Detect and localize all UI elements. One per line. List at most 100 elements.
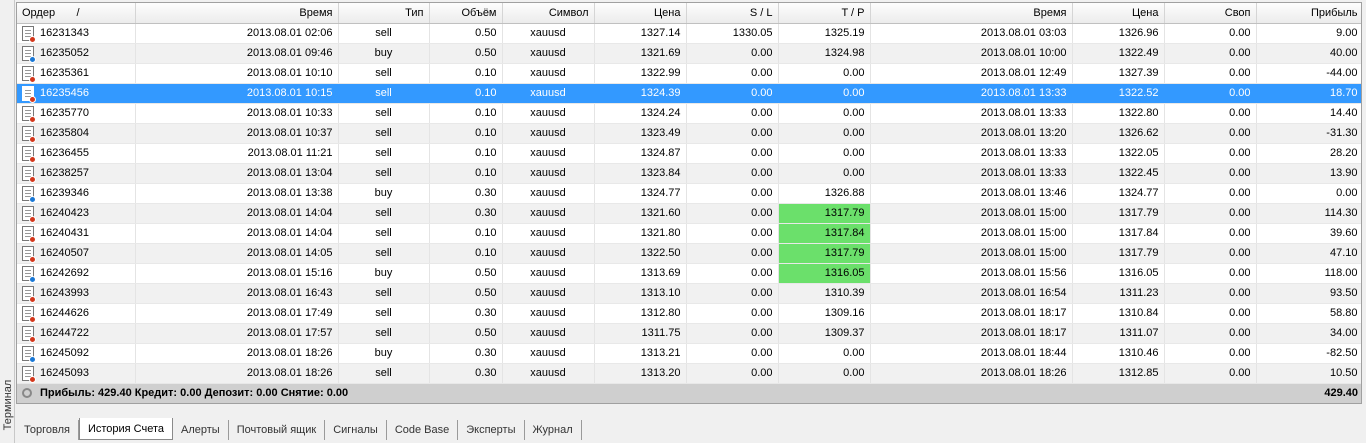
order-document-icon [22, 345, 36, 362]
table-row[interactable]: 16231343 2013.08.01 02:06 sell 0.50 xauusd 13… [17, 23, 1361, 44]
tab-2[interactable]: Алерты [173, 420, 229, 440]
table-row[interactable]: 16238257 2013.08.01 13:04 sell 0.10 xauusd 13… [17, 163, 1361, 184]
cell-swap: 0.00 [1164, 123, 1257, 144]
col-header-close-price[interactable]: Цена [1072, 3, 1165, 24]
cell-close-time: 2013.08.01 13:33 [870, 143, 1073, 164]
cell-price: 1327.14 [594, 23, 687, 44]
tab-5[interactable]: Code Base [387, 420, 459, 440]
cell-profit: 118.00 [1256, 263, 1361, 284]
col-header-symbol[interactable]: Символ [502, 3, 595, 24]
sell-dot-icon [29, 135, 36, 142]
table-row[interactable]: 16236455 2013.08.01 11:21 sell 0.10 xauusd 13… [17, 143, 1361, 164]
cell-sl: 0.00 [686, 183, 779, 204]
table-row[interactable]: 16242692 2013.08.01 15:16 buy 0.50 xauusd 131… [17, 263, 1361, 284]
cell-close-time: 2013.08.01 15:00 [870, 203, 1073, 224]
tab-6[interactable]: Эксперты [458, 420, 525, 440]
col-header-swap[interactable]: Своп [1164, 3, 1257, 24]
cell-open-time: 2013.08.01 11:21 [135, 143, 339, 164]
cell-type: sell [338, 63, 430, 84]
cell-profit: 14.40 [1256, 103, 1361, 124]
table-row[interactable]: 16245092 2013.08.01 18:26 buy 0.30 xauusd 131… [17, 343, 1361, 364]
table-row[interactable]: 16240423 2013.08.01 14:04 sell 0.30 xauusd 13… [17, 203, 1361, 224]
cell-order: 16235456 [17, 83, 136, 104]
order-number: 16238257 [40, 167, 89, 179]
order-number: 16244722 [40, 327, 89, 339]
col-header-profit[interactable]: Прибыль [1256, 3, 1361, 24]
order-document-icon [22, 85, 36, 102]
cell-volume: 0.50 [429, 263, 503, 284]
cell-price: 1321.80 [594, 223, 687, 244]
cell-volume: 0.10 [429, 103, 503, 124]
cell-volume: 0.10 [429, 163, 503, 184]
tab-4[interactable]: Сигналы [325, 420, 387, 440]
cell-profit: -31.30 [1256, 123, 1361, 144]
history-table: Ордер / Время Тип Объём Символ Цена S / … [17, 3, 1361, 403]
header-row: Ордер / Время Тип Объём Символ Цена S / … [17, 3, 1361, 24]
table-row[interactable]: 16243993 2013.08.01 16:43 sell 0.50 xauusd 13… [17, 283, 1361, 304]
col-header-sl[interactable]: S / L [686, 3, 779, 24]
tab-1[interactable]: История Счета [78, 418, 174, 440]
cell-swap: 0.00 [1164, 343, 1257, 364]
history-grid[interactable]: Ордер / Время Тип Объём Символ Цена S / … [16, 2, 1362, 404]
cell-symbol: xauusd [502, 43, 595, 64]
table-row[interactable]: 16239346 2013.08.01 13:38 buy 0.30 xauusd 132… [17, 183, 1361, 204]
order-number: 16240423 [40, 207, 89, 219]
order-number: 16235361 [40, 67, 89, 79]
cell-sl: 0.00 [686, 83, 779, 104]
order-document-icon [22, 305, 36, 322]
table-row[interactable]: 16235804 2013.08.01 10:37 sell 0.10 xauusd 13… [17, 123, 1361, 144]
cell-volume: 0.10 [429, 123, 503, 144]
table-row[interactable]: 16235052 2013.08.01 09:46 buy 0.50 xauusd 132… [17, 43, 1361, 64]
table-row[interactable]: 16235456 2013.08.01 10:15 sell 0.10 xauusd 13… [17, 83, 1361, 104]
cell-open-time: 2013.08.01 10:37 [135, 123, 339, 144]
tab-7[interactable]: Журнал [525, 420, 582, 440]
cell-volume: 0.50 [429, 323, 503, 344]
tab-0[interactable]: Торговля [16, 420, 79, 440]
cell-profit: 9.00 [1256, 23, 1361, 44]
cell-open-time: 2013.08.01 14:04 [135, 203, 339, 224]
col-header-tp[interactable]: T / P [778, 3, 871, 24]
cell-tp: 1317.79 [778, 243, 871, 264]
cell-volume: 0.50 [429, 23, 503, 44]
col-header-volume[interactable]: Объём [429, 3, 503, 24]
cell-symbol: xauusd [502, 103, 595, 124]
cell-price: 1321.60 [594, 203, 687, 224]
table-row[interactable]: 16244722 2013.08.01 17:57 sell 0.50 xauusd 13… [17, 323, 1361, 344]
cell-close-price: 1322.52 [1072, 83, 1165, 104]
col-header-open-time[interactable]: Время [135, 3, 339, 24]
col-header-order[interactable]: Ордер / [17, 3, 136, 24]
cell-order: 16235770 [17, 103, 136, 124]
cell-tp: 0.00 [778, 123, 871, 144]
table-row[interactable]: 16235361 2013.08.01 10:10 sell 0.10 xauusd 13… [17, 63, 1361, 84]
tab-3[interactable]: Почтовый ящик [229, 420, 326, 440]
cell-order: 16235052 [17, 43, 136, 64]
cell-price: 1324.77 [594, 183, 687, 204]
sell-dot-icon [29, 235, 36, 242]
col-header-price[interactable]: Цена [594, 3, 687, 24]
cell-swap: 0.00 [1164, 283, 1257, 304]
summary-cell: Прибыль: 429.40 Кредит: 0.00 Депозит: 0.… [17, 383, 1256, 403]
cell-profit: -82.50 [1256, 343, 1361, 364]
cell-type: sell [338, 243, 430, 264]
table-row[interactable]: 16240507 2013.08.01 14:05 sell 0.10 xauusd 13… [17, 243, 1361, 264]
table-row[interactable]: 16235770 2013.08.01 10:33 sell 0.10 xauusd 13… [17, 103, 1361, 124]
cell-volume: 0.30 [429, 343, 503, 364]
col-header-type[interactable]: Тип [338, 3, 430, 24]
col-header-close-time[interactable]: Время [870, 3, 1073, 24]
order-document-icon [22, 65, 36, 82]
table-row[interactable]: 16245093 2013.08.01 18:26 sell 0.30 xauusd 13… [17, 363, 1361, 384]
table-row[interactable]: 16244626 2013.08.01 17:49 sell 0.30 xauusd 13… [17, 303, 1361, 324]
cell-sl: 0.00 [686, 263, 779, 284]
cell-close-price: 1310.46 [1072, 343, 1165, 364]
cell-tp: 0.00 [778, 83, 871, 104]
cell-profit: 18.70 [1256, 83, 1361, 104]
buy-dot-icon [29, 275, 36, 282]
order-document-icon [22, 185, 36, 202]
table-row[interactable]: 16240431 2013.08.01 14:04 sell 0.10 xauusd 13… [17, 223, 1361, 244]
cell-swap: 0.00 [1164, 83, 1257, 104]
cell-close-time: 2013.08.01 18:44 [870, 343, 1073, 364]
cell-symbol: xauusd [502, 143, 595, 164]
cell-volume: 0.30 [429, 203, 503, 224]
cell-type: sell [338, 223, 430, 244]
cell-order: 16231343 [17, 23, 136, 44]
